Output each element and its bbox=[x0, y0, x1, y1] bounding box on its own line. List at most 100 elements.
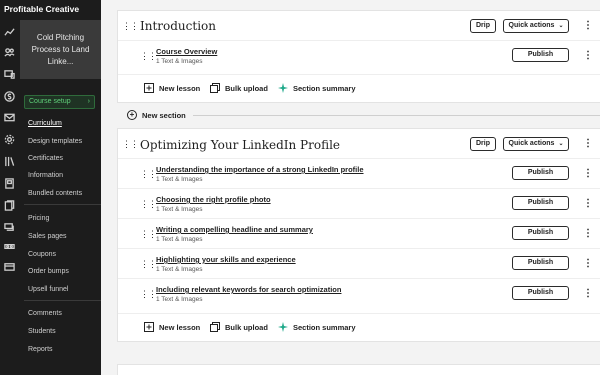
course-card[interactable]: Cold Pitching Process to Land Linke... bbox=[20, 20, 101, 79]
section-actions: New lesson Bulk upload Section summary bbox=[118, 313, 600, 341]
sidebar-item-curriculum[interactable]: Curriculum bbox=[28, 120, 62, 127]
more-options-icon[interactable]: ⋮ bbox=[583, 259, 593, 269]
new-lesson-button[interactable]: New lesson bbox=[144, 83, 200, 93]
publish-button[interactable]: Publish bbox=[512, 256, 569, 270]
bulk-upload-icon bbox=[210, 322, 220, 332]
drip-button[interactable]: Drip bbox=[470, 137, 496, 151]
section-card bbox=[117, 364, 600, 375]
drag-handle-icon[interactable]: ⋮⋮ bbox=[140, 170, 157, 179]
publish-button[interactable]: Publish bbox=[512, 166, 569, 180]
section-summary-label: Section summary bbox=[293, 322, 356, 332]
lesson-title[interactable]: Choosing the right profile photo bbox=[156, 195, 271, 204]
more-options-icon[interactable]: ⋮ bbox=[583, 21, 593, 31]
new-lesson-label: New lesson bbox=[159, 322, 201, 332]
section-card: ⋮⋮ Optimizing Your LinkedIn Profile Drip… bbox=[117, 128, 600, 342]
sidebar-item-coupons[interactable]: Coupons bbox=[28, 251, 56, 258]
sidebar-item-pricing[interactable]: Pricing bbox=[28, 215, 49, 222]
quick-actions-button[interactable]: Quick actions ⌄ bbox=[503, 19, 569, 33]
drag-handle-icon[interactable]: ⋮⋮ bbox=[140, 230, 157, 239]
card-icon[interactable] bbox=[3, 260, 15, 272]
publish-button[interactable]: Publish bbox=[512, 226, 569, 240]
library-icon[interactable] bbox=[3, 155, 15, 167]
course-title: Cold Pitching Process to Land Linke... bbox=[31, 33, 90, 66]
publish-button[interactable]: Publish bbox=[512, 286, 569, 300]
lesson-title[interactable]: Including relevant keywords for search o… bbox=[156, 285, 341, 294]
sparkle-icon bbox=[278, 83, 288, 93]
drag-handle-icon[interactable]: ⋮⋮ bbox=[140, 52, 157, 61]
drag-handle-icon[interactable]: ⋮⋮ bbox=[122, 140, 139, 149]
settings-icon[interactable] bbox=[3, 133, 15, 145]
bulk-upload-button[interactable]: Bulk upload bbox=[210, 83, 268, 93]
more-options-icon[interactable]: ⋮ bbox=[583, 51, 593, 61]
lesson-title[interactable]: Understanding the importance of a strong… bbox=[156, 165, 364, 174]
users-icon[interactable] bbox=[3, 46, 15, 58]
sidebar-item-comments[interactable]: Comments bbox=[28, 310, 62, 317]
lesson-row[interactable]: ⋮⋮ Choosing the right profile photo 1 Te… bbox=[118, 188, 600, 218]
lesson-row[interactable]: ⋮⋮ Understanding the importance of a str… bbox=[118, 158, 600, 188]
sidebar-item-sales-pages[interactable]: Sales pages bbox=[28, 233, 67, 240]
lesson-row[interactable]: ⋮⋮ Including relevant keywords for searc… bbox=[118, 278, 600, 308]
lesson-meta: 1 Text & Images bbox=[156, 266, 203, 273]
bulk-upload-button[interactable]: Bulk upload bbox=[210, 322, 268, 332]
more-options-icon[interactable]: ⋮ bbox=[583, 199, 593, 209]
analytics-icon[interactable] bbox=[3, 26, 15, 38]
lesson-meta: 1 Text & Images bbox=[156, 58, 203, 65]
add-square-icon bbox=[144, 322, 154, 332]
sidebar-item-bundled-contents[interactable]: Bundled contents bbox=[28, 190, 82, 197]
course-setup-label: Course setup bbox=[29, 98, 71, 105]
lesson-title[interactable]: Writing a compelling headline and summar… bbox=[156, 225, 313, 234]
devices-icon[interactable] bbox=[3, 68, 15, 80]
course-setup-button[interactable]: Course setup › bbox=[24, 95, 95, 109]
lesson-row[interactable]: ⋮⋮ Writing a compelling headline and sum… bbox=[118, 218, 600, 248]
section-title[interactable]: Introduction bbox=[140, 19, 216, 33]
ticket-icon[interactable] bbox=[3, 240, 15, 252]
sidebar-item-certificates[interactable]: Certificates bbox=[28, 155, 63, 162]
chevron-down-icon: ⌄ bbox=[558, 141, 564, 147]
quick-actions-button[interactable]: Quick actions ⌄ bbox=[503, 137, 569, 151]
drag-handle-icon[interactable]: ⋮⋮ bbox=[140, 200, 157, 209]
sidebar-item-reports[interactable]: Reports bbox=[28, 346, 53, 353]
drip-button[interactable]: Drip bbox=[470, 19, 496, 33]
new-section-button[interactable]: + New section bbox=[127, 110, 186, 120]
sidebar-item-information[interactable]: Information bbox=[28, 172, 63, 179]
section-header: ⋮⋮ Introduction Drip Quick actions ⌄ ⋮ bbox=[118, 11, 600, 41]
more-options-icon[interactable]: ⋮ bbox=[583, 169, 593, 179]
chevron-down-icon: ⌄ bbox=[558, 23, 564, 29]
page-icon[interactable] bbox=[3, 177, 15, 189]
chat-icon[interactable] bbox=[3, 221, 15, 233]
lesson-meta: 1 Text & Images bbox=[156, 296, 203, 303]
mail-icon[interactable] bbox=[3, 111, 15, 123]
more-options-icon[interactable]: ⋮ bbox=[583, 139, 593, 149]
drag-handle-icon[interactable]: ⋮⋮ bbox=[140, 290, 157, 299]
lesson-title[interactable]: Course Overview bbox=[156, 47, 217, 56]
sidebar-item-design-templates[interactable]: Design templates bbox=[28, 138, 82, 145]
bulk-upload-label: Bulk upload bbox=[225, 83, 268, 93]
sidebar-item-upsell-funnel[interactable]: Upsell funnel bbox=[28, 286, 68, 293]
pages-icon[interactable] bbox=[3, 199, 15, 211]
section-summary-button[interactable]: Section summary bbox=[278, 322, 356, 332]
sidebar-item-students[interactable]: Students bbox=[28, 328, 56, 335]
more-options-icon[interactable]: ⋮ bbox=[583, 289, 593, 299]
section-title[interactable]: Optimizing Your LinkedIn Profile bbox=[140, 138, 340, 152]
more-options-icon[interactable]: ⋮ bbox=[583, 229, 593, 239]
section-summary-button[interactable]: Section summary bbox=[278, 83, 356, 93]
curriculum-main: ⋮⋮ Introduction Drip Quick actions ⌄ ⋮ ⋮⋮… bbox=[101, 0, 600, 375]
lesson-row[interactable]: ⋮⋮ Course Overview 1 Text & Images Publi… bbox=[118, 40, 600, 70]
sidebar-item-order-bumps[interactable]: Order bumps bbox=[28, 268, 69, 275]
brand-name[interactable]: Profitable Creative bbox=[4, 4, 79, 14]
new-lesson-button[interactable]: New lesson bbox=[144, 322, 200, 332]
chevron-right-icon: › bbox=[87, 98, 90, 105]
drag-handle-icon[interactable]: ⋮⋮ bbox=[122, 22, 139, 31]
lesson-row[interactable]: ⋮⋮ Highlighting your skills and experien… bbox=[118, 248, 600, 278]
drag-handle-icon[interactable]: ⋮⋮ bbox=[140, 260, 157, 269]
sidebar: Profitable Creative Cold Pitching Proces… bbox=[0, 0, 101, 375]
publish-button[interactable]: Publish bbox=[512, 48, 569, 62]
lesson-meta: 1 Text & Images bbox=[156, 176, 203, 183]
lesson-title[interactable]: Highlighting your skills and experience bbox=[156, 255, 296, 264]
new-section-divider bbox=[193, 115, 600, 116]
add-square-icon bbox=[144, 83, 154, 93]
sidebar-divider bbox=[24, 300, 101, 301]
publish-button[interactable]: Publish bbox=[512, 196, 569, 210]
dollar-icon[interactable] bbox=[3, 90, 15, 102]
quick-actions-label: Quick actions bbox=[508, 140, 555, 147]
